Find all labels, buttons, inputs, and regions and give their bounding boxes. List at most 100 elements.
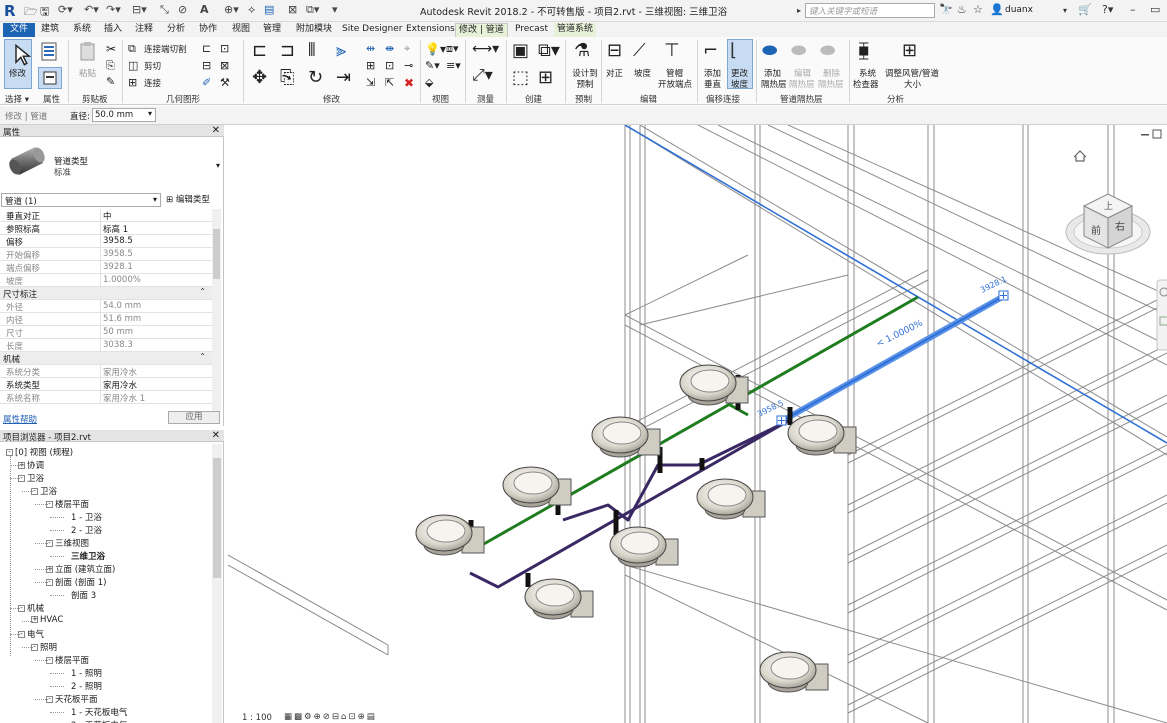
tree-item[interactable]: 1 - 照明: [62, 667, 102, 680]
viewcube[interactable]: 上 前 右: [1065, 193, 1151, 255]
join-label[interactable]: 连接: [144, 77, 161, 89]
hide-icon[interactable]: 💡▾: [425, 42, 446, 56]
toilet-6[interactable]: [609, 526, 679, 568]
tab-2[interactable]: 系统: [70, 23, 94, 37]
property-row[interactable]: 长度 3038.3: [0, 339, 212, 352]
tree-item[interactable]: 2 - 照明: [62, 680, 102, 693]
group-dimensions[interactable]: 尺寸标注 ⌃: [0, 287, 212, 300]
property-row[interactable]: 偏移 3958.5: [0, 235, 212, 248]
property-row[interactable]: 开始偏移 3958.5: [0, 248, 212, 261]
tree-item[interactable]: - 天花板平面: [46, 693, 98, 706]
property-row[interactable]: 系统类型 家用冷水: [0, 378, 212, 391]
cut-label[interactable]: 剪切: [144, 60, 161, 72]
text-icon[interactable]: A: [200, 3, 209, 19]
tree-item[interactable]: - [0] 视图 (规程): [6, 446, 73, 459]
tree-item[interactable]: 1 - 卫浴: [62, 511, 102, 524]
tab-6[interactable]: 协作: [196, 23, 220, 37]
paint-view-icon[interactable]: ⬙: [425, 76, 433, 89]
justify-icon[interactable]: ⊟: [607, 40, 622, 61]
measure-icon[interactable]: ⊟▾: [132, 3, 147, 19]
cart-icon[interactable]: 🛒: [1078, 3, 1092, 16]
resize-icon[interactable]: ⊞: [902, 40, 917, 61]
connect-cut-label[interactable]: 连接端切割: [144, 43, 187, 55]
create-similar-icon[interactable]: ▣: [512, 40, 529, 61]
tree-item[interactable]: 1 - 天花板电气: [62, 706, 127, 719]
edit-type-button[interactable]: ⊞ 编辑类型: [166, 193, 210, 205]
tab-4[interactable]: 注释: [132, 23, 156, 37]
create-assembly-icon[interactable]: ⬚: [512, 67, 529, 88]
selected-pipe-centerline[interactable]: [781, 295, 1005, 422]
search-input[interactable]: 键入关键字或短语: [805, 3, 935, 18]
extend-icon[interactable]: ⇱: [385, 76, 394, 89]
nav-bar[interactable]: [1156, 279, 1167, 351]
sync-icon[interactable]: ⟳▾: [58, 3, 73, 19]
design-to-fab-icon[interactable]: ⚗: [574, 40, 590, 61]
tab-8[interactable]: 管理: [260, 23, 284, 37]
toilet-3[interactable]: [679, 364, 749, 406]
instance-selector[interactable]: 管道 (1) ▾: [1, 193, 161, 207]
3d-view-icon[interactable]: ⊕▾: [224, 3, 239, 19]
tree-item[interactable]: 三维卫浴: [62, 550, 105, 563]
property-row[interactable]: 内径 51.6 mm: [0, 313, 212, 326]
viewport-restore-icon[interactable]: [1152, 129, 1162, 139]
tree-item[interactable]: - 剖面 (剖面 1): [46, 576, 106, 589]
user-dropdown-icon[interactable]: ▾: [1063, 6, 1067, 15]
home-view-icon[interactable]: [1073, 150, 1087, 162]
group-mechanical[interactable]: 机械 ⌃: [0, 352, 212, 365]
collapse-icon[interactable]: -: [6, 449, 13, 456]
save-icon[interactable]: 🖫: [40, 3, 49, 19]
pipe-end-grip[interactable]: [998, 290, 1009, 301]
properties-help-link[interactable]: 属性帮助: [3, 413, 37, 425]
pin-icon[interactable]: ⊸: [404, 59, 413, 72]
user-icon[interactable]: 👤: [990, 3, 1004, 16]
restore-icon[interactable]: ▭: [1150, 3, 1160, 16]
apply-button[interactable]: 应用: [168, 411, 220, 424]
copy-element-icon[interactable]: ⎘: [280, 67, 294, 88]
view-control-icons[interactable]: ▦▩⚙⊕⊘⊟⌂⊡⊕▤: [284, 712, 377, 722]
property-row[interactable]: 系统名称 家用冷水 1: [0, 391, 212, 404]
tree-item[interactable]: 2 - 天花板电气: [62, 719, 127, 723]
create-group-icon[interactable]: ⧉▾: [538, 40, 560, 61]
tree-item[interactable]: + HVAC: [31, 615, 63, 628]
split-gap-icon[interactable]: ⇼: [385, 42, 394, 55]
slope-icon[interactable]: ⟋: [633, 40, 646, 61]
tab-13[interactable]: Precast: [512, 23, 551, 37]
split-icon[interactable]: ⇹: [366, 42, 375, 55]
tab-5[interactable]: 分析: [164, 23, 188, 37]
toilet-2[interactable]: [591, 416, 661, 458]
user-name[interactable]: duanx: [1005, 5, 1033, 15]
pipe-start-grip[interactable]: [776, 415, 787, 426]
trim-icon[interactable]: ⇥: [336, 67, 351, 88]
browser-scrollbar[interactable]: [212, 444, 222, 723]
switch-windows-icon[interactable]: ⧉▾: [306, 3, 319, 19]
close-icon[interactable]: ✕: [212, 125, 220, 136]
tree-item[interactable]: + 立面 (建筑立面): [46, 563, 115, 576]
help-icon[interactable]: ?▾: [1102, 3, 1113, 16]
property-row[interactable]: 系统分类 家用冷水: [0, 365, 212, 378]
property-row[interactable]: 垂直对正 中: [0, 209, 212, 222]
property-row[interactable]: 外径 54.0 mm: [0, 300, 212, 313]
tree-item[interactable]: - 楼层平面: [46, 654, 89, 667]
offset-icon[interactable]: ⊐: [280, 40, 295, 61]
cap-icon[interactable]: ⊤: [664, 40, 680, 61]
tree-item[interactable]: - 三维视图: [46, 537, 89, 550]
thin-lines-icon[interactable]: ▤: [264, 3, 274, 19]
tab-9[interactable]: 附加模块: [293, 23, 335, 37]
tree-item[interactable]: - 卫浴: [31, 485, 57, 498]
view-scale[interactable]: 1 : 100: [242, 713, 272, 723]
trim-multi-icon[interactable]: ⇲: [366, 76, 375, 89]
scale-icon[interactable]: ⊡: [385, 59, 394, 72]
toilet-0[interactable]: [415, 514, 485, 556]
diameter-select[interactable]: 50.0 mm: [92, 108, 156, 122]
cut-geometry-icon[interactable]: ◫: [128, 59, 138, 72]
join-geometry-icon[interactable]: ⊞: [128, 76, 137, 89]
viewcube-right[interactable]: 右: [1115, 220, 1125, 233]
panel-select[interactable]: 选择 ▾: [5, 93, 29, 105]
tab-3[interactable]: 插入: [101, 23, 125, 37]
binoculars-icon[interactable]: 🔭: [939, 3, 953, 16]
toilet-8[interactable]: [759, 651, 829, 693]
add-insulation-icon[interactable]: ⬬: [762, 40, 777, 61]
split-face-icon[interactable]: ⊡: [220, 42, 229, 55]
properties-scrollbar[interactable]: [212, 209, 221, 412]
override-icon[interactable]: ⧈▾: [446, 42, 459, 56]
